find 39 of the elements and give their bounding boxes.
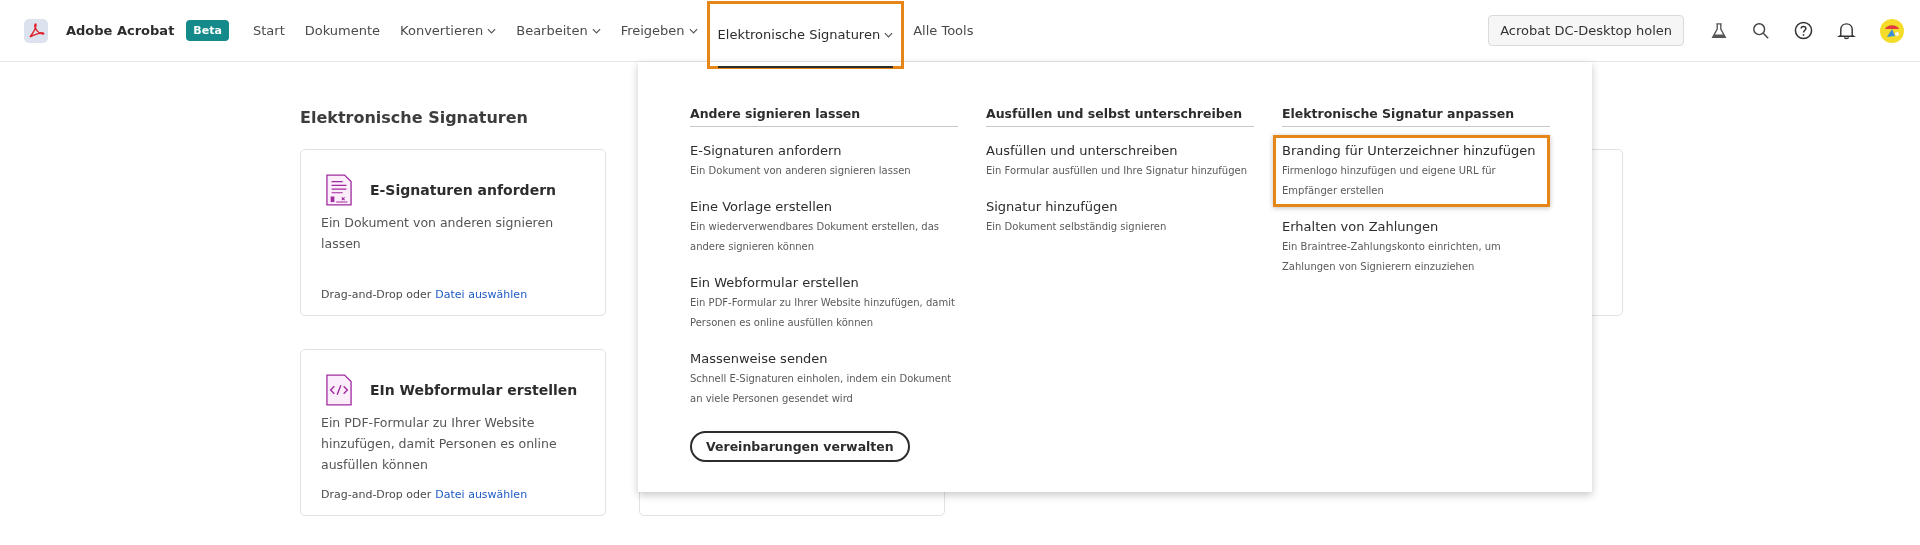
bell-icon[interactable] <box>1837 21 1856 40</box>
card-description: Ein PDF-Formular zu Ihrer Website hinzufügen, damit Personen es online ausfüllen können <box>321 414 558 474</box>
avatar-icon[interactable] <box>1880 18 1904 43</box>
beta-badge: Beta <box>186 20 229 41</box>
nav-tab[interactable]: Konvertieren <box>390 0 507 62</box>
code-document-icon <box>326 374 352 406</box>
app-name: Adobe Acrobat <box>66 23 175 38</box>
page-title: Elektronische Signaturen <box>300 108 528 127</box>
drop-hint: Drag-and-Drop oder <box>321 488 432 501</box>
nav-tab[interactable]: Start <box>243 0 295 62</box>
nav-tab[interactable]: Elektronische Signaturen <box>707 1 904 68</box>
choose-file-link[interactable]: Datei auswählen <box>435 488 528 501</box>
menu-item[interactable]: E-Signaturen anfordern Ein Dokument von anderen signieren lassen <box>690 141 911 181</box>
flask-icon[interactable] <box>1710 21 1728 40</box>
menu-section-heading: Andere signieren lassen <box>690 106 958 127</box>
menu-section-heading: Ausfüllen und selbst unterschreiben <box>986 106 1254 127</box>
choose-file-link[interactable]: Datei auswählen <box>435 288 528 301</box>
get-desktop-button[interactable]: Acrobat DC-Desktop holen <box>1488 15 1684 46</box>
menu-item[interactable]: Ausfüllen und unterschreiben Ein Formular ausfüllen und Ihre Signatur hinzufügen <box>986 141 1248 181</box>
nav-tab[interactable]: Bearbeiten <box>506 0 611 62</box>
menu-item[interactable]: Branding für Unterzeichner hinzufügen Firmenlogo hinzufügen und eigene URL für Empfänger erstellen <box>1273 135 1550 207</box>
help-icon[interactable] <box>1794 21 1813 40</box>
card-title: EIn Webformular erstellen <box>370 382 578 398</box>
nav-tab[interactable]: Dokumente <box>294 0 391 62</box>
nav-tab[interactable]: Alle Tools <box>903 0 984 62</box>
menu-item[interactable]: Signatur hinzufügen Ein Dokument selbständig signieren <box>986 197 1167 237</box>
menu-item[interactable]: Massenweise senden Schnell E-Signaturen einholen, indem ein Dokument an viele Personen gesendet wird <box>690 349 958 409</box>
menu-section-heading: Elektronische Signatur anpassen <box>1282 106 1550 127</box>
manage-agreements-button[interactable]: Vereinbarungen verwalten <box>690 431 910 462</box>
search-icon[interactable] <box>1752 21 1770 40</box>
card-description: Ein Dokument von anderen signieren lassen <box>321 214 555 253</box>
nav-tab[interactable]: Freigeben <box>610 0 708 62</box>
card-title: E-Signaturen anfordern <box>370 182 556 198</box>
menu-item[interactable]: Eine Vorlage erstellen Ein wiederverwendbares Dokument erstellen, das andere signieren können <box>690 197 958 257</box>
menu-item[interactable]: Ein Webformular erstellen Ein PDF-Formular zu Ihrer Website hinzufügen, damit Personen es online ausfüllen können <box>690 273 958 333</box>
document-signature-icon <box>326 174 352 206</box>
menu-item[interactable]: Erhalten von Zahlungen Ein Braintree-Zahlungskonto einrichten, um Zahlungen von Signierern einzuziehen <box>1282 217 1550 277</box>
acrobat-logo-icon <box>24 18 48 43</box>
drop-hint: Drag-and-Drop oder <box>321 288 432 301</box>
